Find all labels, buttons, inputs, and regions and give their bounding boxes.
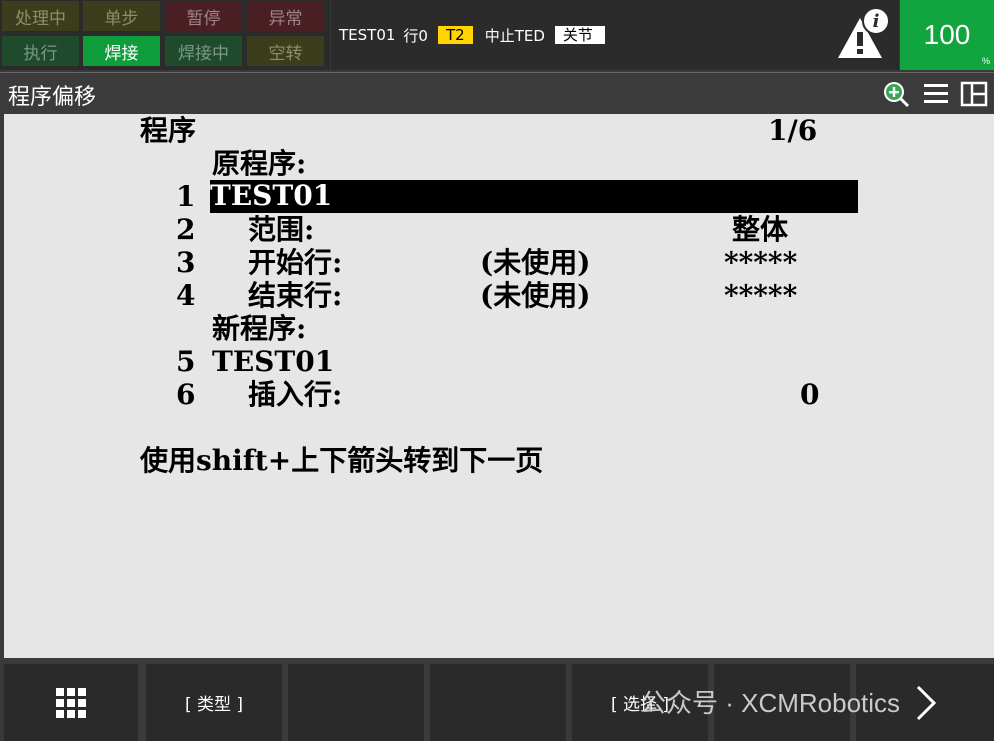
f4-button[interactable] [430,664,566,741]
info-bar: TEST01 行0 T2 中止TED 关节 [331,0,899,70]
grid-icon [56,687,86,718]
row-number: 6 [176,378,196,411]
original-program-label: 原程序: [212,147,307,180]
original-program-field[interactable]: TEST01 [210,180,858,213]
status-fault: 异常 [247,1,324,31]
mode-badge: T2 [437,26,473,44]
speed-override[interactable]: 100 % [900,0,994,70]
start-line-value[interactable]: ***** [724,247,797,279]
range-label: 范围: [248,213,315,246]
status-busy: 处理中 [2,1,79,31]
f1-menu-button[interactable] [4,664,138,741]
current-line: 行0 [403,26,428,45]
row-number: 2 [176,213,196,246]
range-value[interactable]: 整体 [732,214,788,246]
svg-text:i: i [873,11,880,32]
page-hint: 使用shift+上下箭头转到下一页 [140,444,544,477]
coord-badge: 关节 [554,26,605,44]
row-number: 1 [176,180,196,213]
screen-title-bar: 程序偏移 [0,72,994,115]
end-line-value[interactable]: ***** [724,280,797,312]
start-line-label: 开始行: [248,246,343,279]
status-step: 单步 [83,1,160,31]
program-state: 中止TED [484,26,545,45]
status-dry-run: 空转 [247,36,324,66]
start-line-comment: (未使用) [480,246,591,279]
current-program: TEST01 [339,26,396,44]
status-welding: 焊接中 [165,36,242,66]
status-weld-enabled: 焊接 [83,36,160,66]
chevron-right-icon [916,685,937,720]
alarm-info-icon[interactable]: i [832,4,892,64]
status-run: 执行 [2,36,79,66]
row-number: 4 [176,279,196,312]
status-panel: 处理中 单步 暂停 异常 执行 焊接 焊接中 空转 [0,0,330,70]
section-label: 程序 [140,114,197,147]
row-number: 3 [176,246,196,279]
page-indicator: 1/6 [768,114,818,147]
watermark: 公众号 · XCMRobotics [640,688,901,718]
split-screen-icon[interactable] [960,80,988,108]
insert-line-value[interactable]: 0 [800,379,819,411]
program-shift-content: 程序 1/6 原程序: 1 TEST01 2 范围: 整体 3 开始行: (未使… [4,114,994,658]
menu-icon[interactable] [922,80,950,108]
zoom-in-icon[interactable] [882,80,910,108]
page-title: 程序偏移 [8,85,97,110]
status-hold: 暂停 [165,1,242,31]
end-line-comment: (未使用) [480,279,591,312]
new-program-label: 新程序: [212,312,307,345]
row-number: 5 [176,345,196,378]
override-value: 100 [923,19,971,50]
new-program-value[interactable]: TEST01 [212,346,334,378]
f3-button[interactable] [288,664,424,741]
original-program-value: TEST01 [210,179,333,212]
end-line-label: 结束行: [248,279,343,312]
override-unit: % [981,56,990,66]
f2-type-button[interactable]: [ 类型 ] [146,664,282,741]
insert-line-label: 插入行: [248,378,343,411]
